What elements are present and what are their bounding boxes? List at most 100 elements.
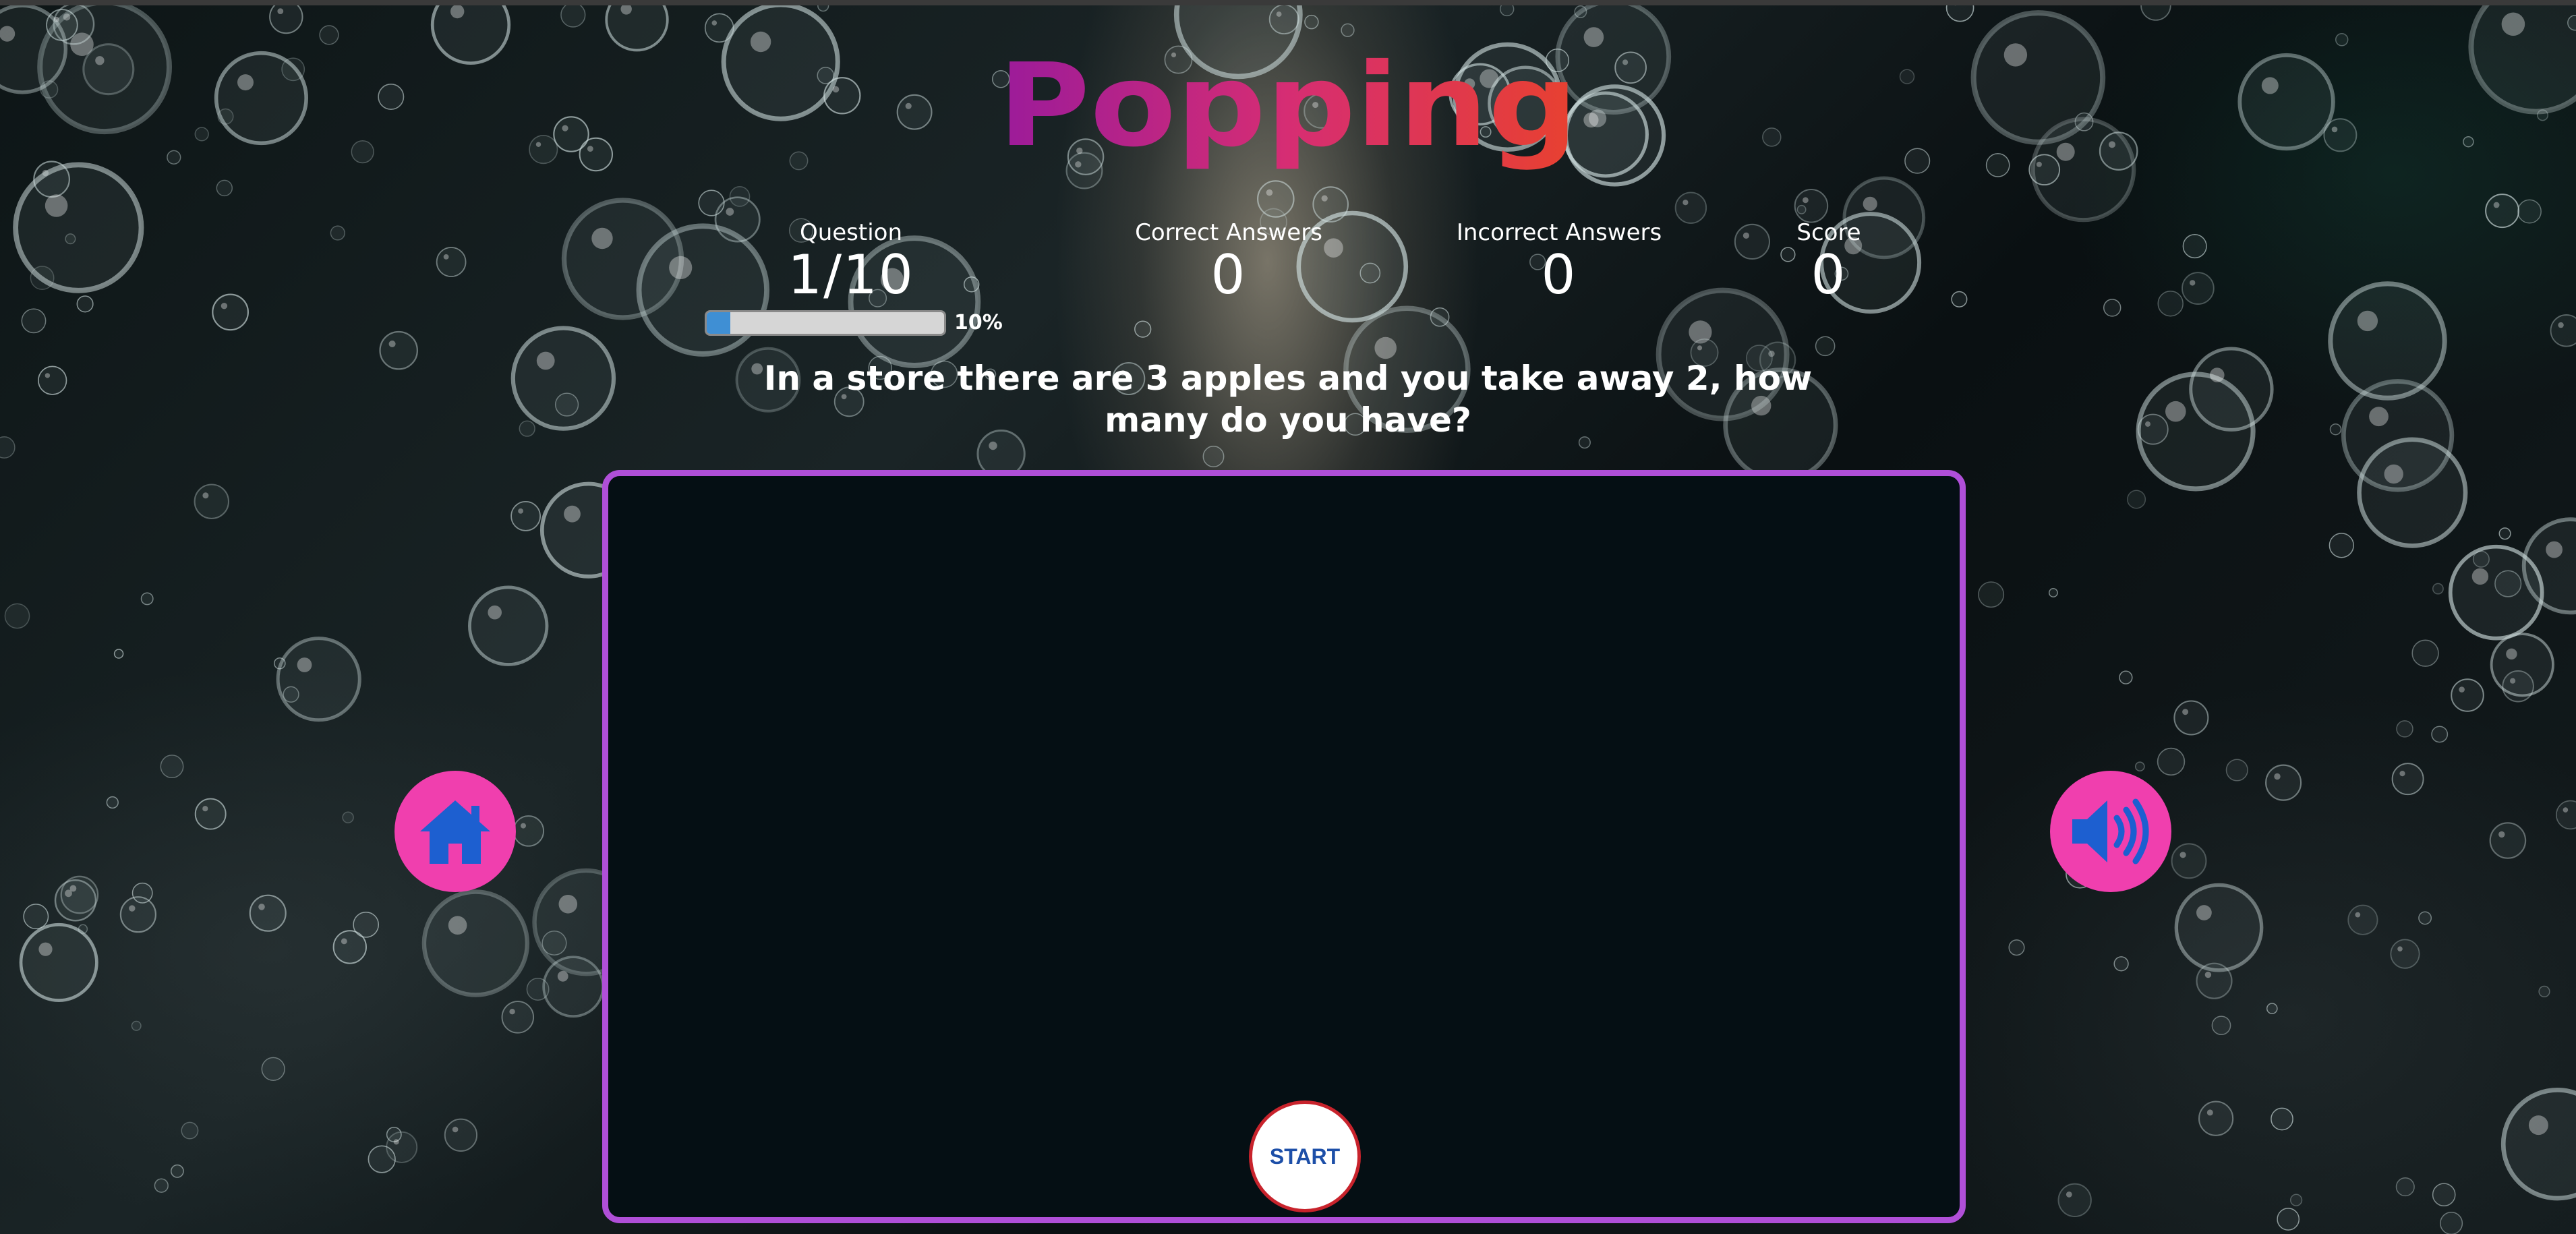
bubble [319, 25, 339, 45]
bubble-highlight [2210, 368, 2225, 382]
bubble [2329, 423, 2342, 436]
bubble [698, 189, 725, 216]
question-counter: Question 1/10 [750, 219, 952, 304]
sound-button[interactable] [2050, 771, 2171, 892]
bubble [2432, 583, 2444, 595]
bubble [216, 179, 233, 197]
bubble-highlight [2204, 971, 2212, 978]
bubble [368, 1145, 396, 1173]
bubble [2140, 5, 2171, 21]
bubble-highlight [341, 938, 347, 945]
bubble-highlight [564, 505, 581, 523]
bubble [378, 84, 405, 111]
bubble-highlight [2109, 141, 2115, 148]
bubble-highlight [38, 942, 53, 956]
bubble-highlight [562, 125, 568, 131]
progress-bar [705, 310, 946, 336]
bubble-highlight [452, 1126, 459, 1133]
bubble-highlight [95, 56, 105, 65]
bubble [194, 798, 227, 830]
bubble [1134, 320, 1152, 338]
bubble-highlight [443, 254, 449, 260]
bubble-highlight [2546, 541, 2563, 558]
bubble [38, 365, 67, 395]
correct-answers-value: 0 [1210, 243, 1247, 306]
bubble [823, 77, 861, 115]
incorrect-answers-value: 0 [1541, 243, 1577, 306]
bubble [2440, 1212, 2463, 1234]
bubble-highlight [521, 823, 526, 829]
bubble [2329, 533, 2354, 558]
bubble-highlight [277, 8, 284, 14]
bubble-highlight [488, 605, 502, 620]
bubble [2266, 1003, 2278, 1014]
bubble [468, 585, 549, 666]
bubble-highlight [2528, 1115, 2548, 1136]
bubble [2182, 272, 2215, 305]
bubble [2418, 911, 2432, 925]
bubble [2237, 53, 2335, 151]
score-value: 0 [1811, 243, 1847, 306]
bubble [2328, 281, 2447, 401]
bubble-highlight [1321, 195, 1328, 202]
bubble-highlight [2563, 807, 2569, 813]
bubble-highlight [45, 194, 68, 217]
bubble [2448, 544, 2544, 641]
bubble [1304, 14, 1319, 30]
bubble [2411, 639, 2439, 667]
speaker-volume-icon [2072, 798, 2149, 864]
bubble-highlight [558, 895, 578, 914]
bubble [154, 1178, 169, 1193]
bubble-highlight [2498, 831, 2505, 838]
bubble [1951, 291, 1968, 307]
bubble [605, 5, 669, 52]
bubble [1796, 204, 1807, 214]
window-top-border [0, 0, 2576, 5]
bubble [4, 603, 30, 629]
bubble [2225, 759, 2248, 782]
bubble [217, 108, 234, 125]
bubble [529, 134, 558, 165]
bubble-highlight [1374, 336, 1397, 359]
score-stat: Score 0 [1728, 219, 1930, 304]
bubble [2550, 314, 2576, 347]
bubble-highlight [557, 970, 568, 982]
bubble [19, 922, 98, 1002]
bubble [13, 162, 144, 293]
bubble-highlight [509, 1009, 515, 1015]
bubble [2211, 1016, 2231, 1036]
bubble [2538, 985, 2550, 998]
question-counter-value: 1/10 [788, 243, 914, 306]
bubble [106, 796, 119, 809]
bubble-highlight [2179, 852, 2186, 858]
incorrect-answers-stat: Incorrect Answers 0 [1424, 219, 1694, 304]
bubble-highlight [2206, 1109, 2213, 1116]
bubble-highlight [202, 806, 208, 812]
bubble-highlight [45, 373, 51, 378]
bubble [510, 501, 541, 531]
bubble [131, 1020, 142, 1031]
bubble-highlight [2066, 1192, 2072, 1198]
bubble [342, 811, 354, 823]
bubble [2390, 939, 2420, 969]
bubble [2323, 118, 2358, 152]
bubble-highlight [2369, 407, 2389, 427]
home-button[interactable] [394, 771, 516, 892]
bubble [1985, 153, 2010, 177]
bubble-highlight [989, 441, 997, 450]
bubble-highlight [518, 508, 523, 514]
bubble-highlight [221, 303, 228, 310]
start-button[interactable]: START [1249, 1100, 1361, 1212]
bubble [721, 5, 840, 121]
bubble-highlight [2355, 912, 2361, 918]
bubble-highlight [905, 102, 912, 109]
bubble [261, 1057, 285, 1081]
bubble [23, 904, 49, 930]
bubble-highlight [2399, 771, 2405, 777]
bubble-highlight [1863, 196, 1877, 211]
bubble [436, 247, 467, 277]
bubble [526, 978, 550, 1001]
bubble-highlight [2471, 568, 2489, 585]
bubble-highlight [2190, 280, 2196, 286]
bubble-highlight [448, 916, 467, 935]
